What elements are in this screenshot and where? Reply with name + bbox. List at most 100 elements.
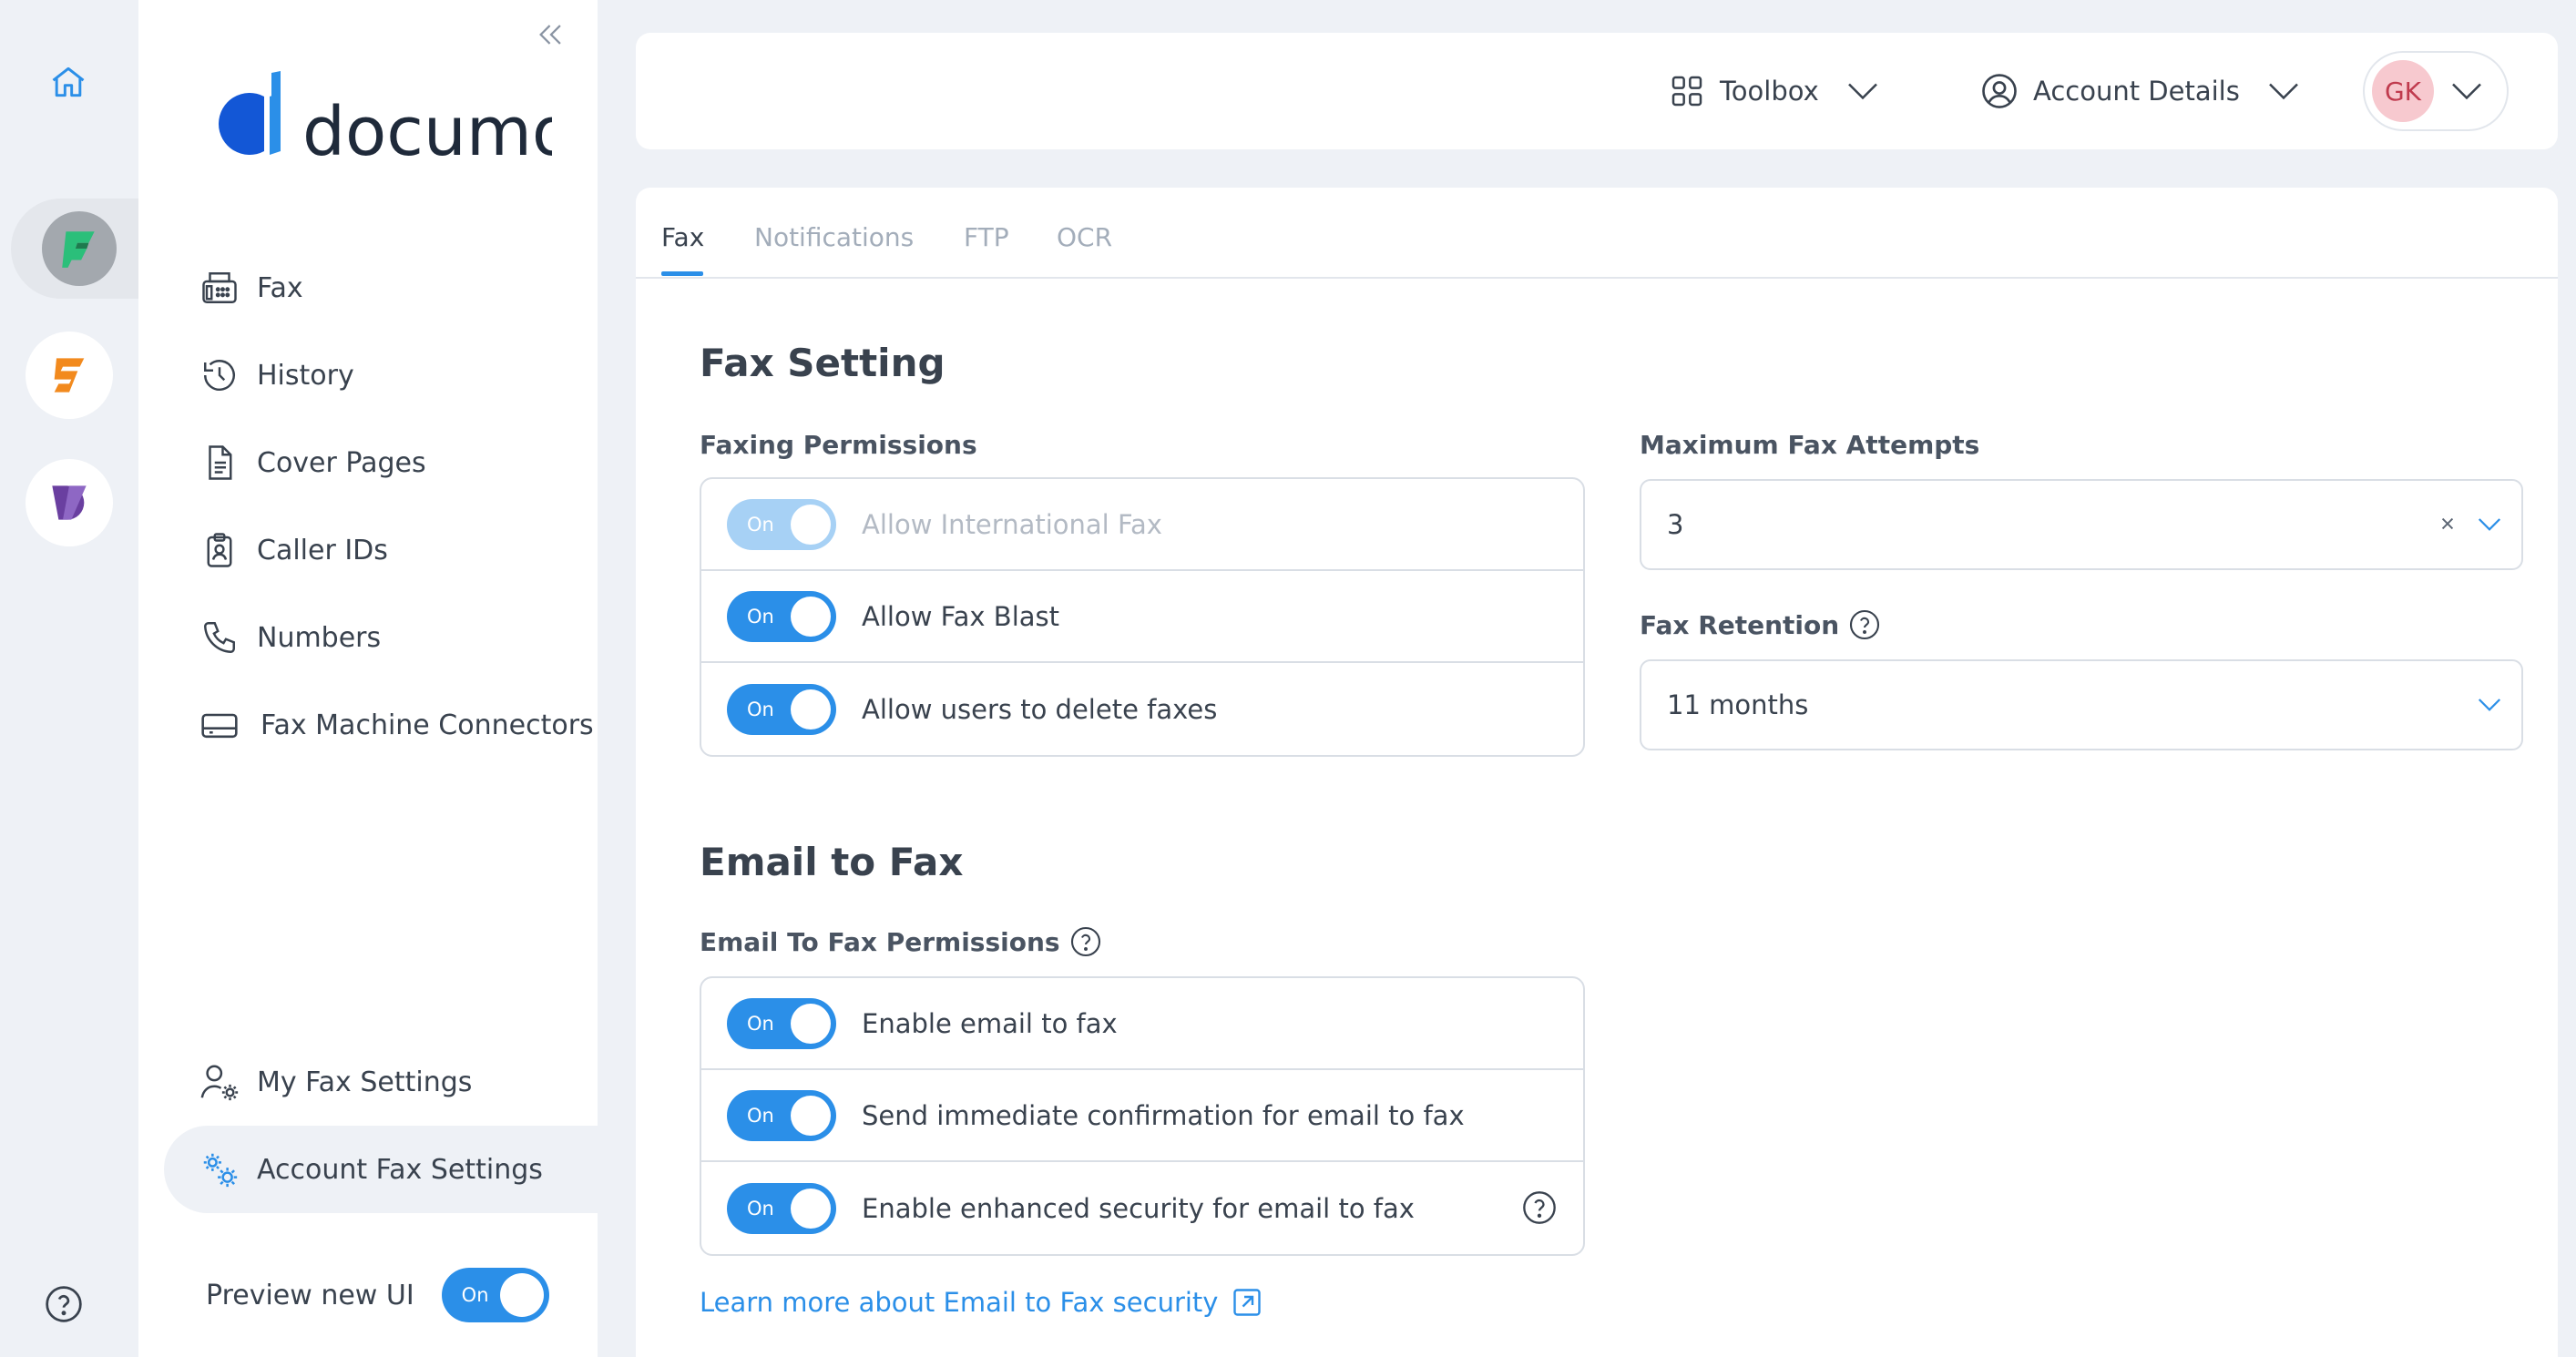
- sidebar-item-label: Fax: [257, 271, 303, 304]
- documo-sign-app-icon: [32, 338, 107, 413]
- sidebar-item-label: Cover Pages: [257, 446, 426, 479]
- allow-delete-faxes-row: On Allow users to delete faxes: [701, 663, 1583, 755]
- app-rail: [0, 0, 148, 1357]
- email-to-fax-permissions-label: Email To Fax Permissions: [700, 926, 1060, 957]
- top-header: Toolbox Account Details GK: [636, 33, 2558, 149]
- account-details-label: Account Details: [2033, 76, 2240, 107]
- toggle-state-label: On: [747, 1197, 774, 1219]
- clear-icon[interactable]: [2436, 512, 2459, 536]
- user-menu-button[interactable]: GK: [2363, 51, 2509, 131]
- email-to-fax-permissions-label-wrap: Email To Fax Permissions: [700, 925, 1102, 958]
- avatar: GK: [2372, 60, 2434, 122]
- grid-icon: [1669, 73, 1705, 109]
- settings-panel: Fax Notifications FTP OCR Fax Setting Fa…: [636, 188, 2558, 1357]
- preview-new-ui-label: Preview new UI: [206, 1279, 414, 1311]
- documo-logo: documo: [215, 71, 573, 171]
- toggle-state-label: On: [747, 698, 774, 720]
- sidebar-item-label: History: [257, 359, 354, 392]
- toggle-knob: [791, 689, 831, 730]
- email-to-fax-heading: Email to Fax: [700, 840, 964, 884]
- fax-retention-value: 11 months: [1667, 689, 1809, 720]
- user-circle-icon: [1980, 72, 2019, 110]
- fax-retention-label-wrap: Fax Retention: [1640, 608, 1881, 641]
- sidebar-item-cover-pages[interactable]: Cover Pages: [199, 431, 426, 495]
- email-to-fax-permissions-group: On Enable email to fax On Send immediate…: [700, 976, 1585, 1256]
- documo-fax-app-button[interactable]: [11, 199, 148, 299]
- enhanced-security-toggle[interactable]: On: [727, 1182, 836, 1234]
- sidebar-item-my-fax-settings[interactable]: My Fax Settings: [199, 1050, 472, 1114]
- enable-email-to-fax-label: Enable email to fax: [862, 1007, 1118, 1039]
- learn-more-security-link[interactable]: Learn more about Email to Fax security: [700, 1286, 1263, 1319]
- chevron-down-icon[interactable]: [2476, 692, 2503, 716]
- allow-fax-blast-row: On Allow Fax Blast: [701, 571, 1583, 663]
- sidebar-item-label: Fax Machine Connectors: [261, 709, 594, 741]
- tab-ftp[interactable]: FTP: [964, 222, 1009, 252]
- toolbox-menu-button[interactable]: Toolbox: [1669, 33, 1879, 149]
- gears-icon: [199, 1148, 240, 1190]
- sidebar-item-label: My Fax Settings: [257, 1066, 473, 1098]
- enhanced-security-row: On Enable enhanced security for email to…: [701, 1162, 1583, 1254]
- question-circle-icon[interactable]: [1069, 925, 1102, 958]
- chevron-down-icon[interactable]: [2476, 512, 2503, 536]
- history-icon: [199, 354, 240, 396]
- max-fax-attempts-value: 3: [1667, 509, 1684, 540]
- badge-icon: [199, 529, 240, 571]
- enhanced-security-label: Enable enhanced security for email to fa…: [862, 1192, 1415, 1224]
- sidebar-item-fax[interactable]: Fax: [199, 256, 303, 320]
- connector-icon: [199, 704, 240, 746]
- sidebar-item-numbers[interactable]: Numbers: [199, 606, 381, 669]
- help-icon[interactable]: [36, 1277, 91, 1331]
- document-icon: [199, 442, 240, 484]
- toggle-state-label: On: [747, 513, 774, 536]
- collapse-sidebar-icon[interactable]: [528, 16, 574, 53]
- allow-international-fax-toggle[interactable]: On: [727, 498, 836, 550]
- user-settings-icon: [199, 1061, 240, 1103]
- toggle-knob: [791, 596, 831, 637]
- chevron-down-icon: [2450, 81, 2483, 101]
- sidebar-item-account-fax-settings[interactable]: Account Fax Settings: [164, 1126, 598, 1213]
- question-circle-icon[interactable]: [1521, 1189, 1558, 1226]
- tab-notifications[interactable]: Notifications: [754, 222, 914, 252]
- sidebar-item-caller-ids[interactable]: Caller IDs: [199, 518, 388, 582]
- toggle-state-label: On: [747, 605, 774, 627]
- toggle-knob: [791, 1188, 831, 1229]
- account-details-menu-button[interactable]: Account Details: [1980, 33, 2300, 149]
- toggle-knob: [791, 1095, 831, 1136]
- enable-email-to-fax-toggle[interactable]: On: [727, 997, 836, 1049]
- preview-new-ui-toggle[interactable]: On: [441, 1268, 549, 1322]
- toggle-state-label: On: [747, 1012, 774, 1035]
- external-link-icon: [1231, 1286, 1263, 1319]
- home-icon[interactable]: [36, 50, 100, 114]
- faxing-permissions-group: On Allow International Fax On Allow Fax …: [700, 477, 1585, 757]
- toggle-state-label: On: [461, 1284, 489, 1306]
- phone-icon: [199, 617, 240, 658]
- sidebar-item-fax-machine-connectors[interactable]: Fax Machine Connectors: [199, 693, 594, 757]
- fax-retention-select[interactable]: 11 months: [1640, 659, 2523, 750]
- max-fax-attempts-label: Maximum Fax Attempts: [1640, 430, 1980, 460]
- tab-ocr[interactable]: OCR: [1057, 222, 1112, 252]
- settings-tabs: Fax Notifications FTP OCR: [636, 188, 2558, 279]
- immediate-confirmation-toggle[interactable]: On: [727, 1089, 836, 1141]
- max-fax-attempts-select[interactable]: 3: [1640, 479, 2523, 570]
- active-tab-indicator: [661, 271, 703, 276]
- documo-docs-app-icon: [32, 465, 107, 540]
- chevron-down-icon: [2267, 81, 2300, 101]
- toggle-knob: [791, 504, 831, 545]
- question-circle-icon[interactable]: [1848, 608, 1881, 641]
- learn-more-security-label: Learn more about Email to Fax security: [700, 1287, 1219, 1318]
- toggle-state-label: On: [747, 1104, 774, 1127]
- sidebar-item-history[interactable]: History: [199, 343, 354, 407]
- documo-docs-app-button[interactable]: [26, 459, 113, 546]
- allow-fax-blast-toggle[interactable]: On: [727, 590, 836, 642]
- sidebar-item-label: Numbers: [257, 621, 382, 654]
- sidebar-item-label: Caller IDs: [257, 534, 388, 566]
- tab-fax[interactable]: Fax: [661, 222, 704, 252]
- allow-international-fax-row: On Allow International Fax: [701, 479, 1583, 571]
- documo-sign-app-button[interactable]: [26, 332, 113, 419]
- toggle-knob: [791, 1003, 831, 1044]
- toggle-knob: [499, 1273, 544, 1317]
- faxing-permissions-label: Faxing Permissions: [700, 430, 977, 460]
- fax-setting-heading: Fax Setting: [700, 341, 946, 385]
- toolbox-label: Toolbox: [1720, 76, 1819, 107]
- allow-delete-faxes-toggle[interactable]: On: [727, 683, 836, 735]
